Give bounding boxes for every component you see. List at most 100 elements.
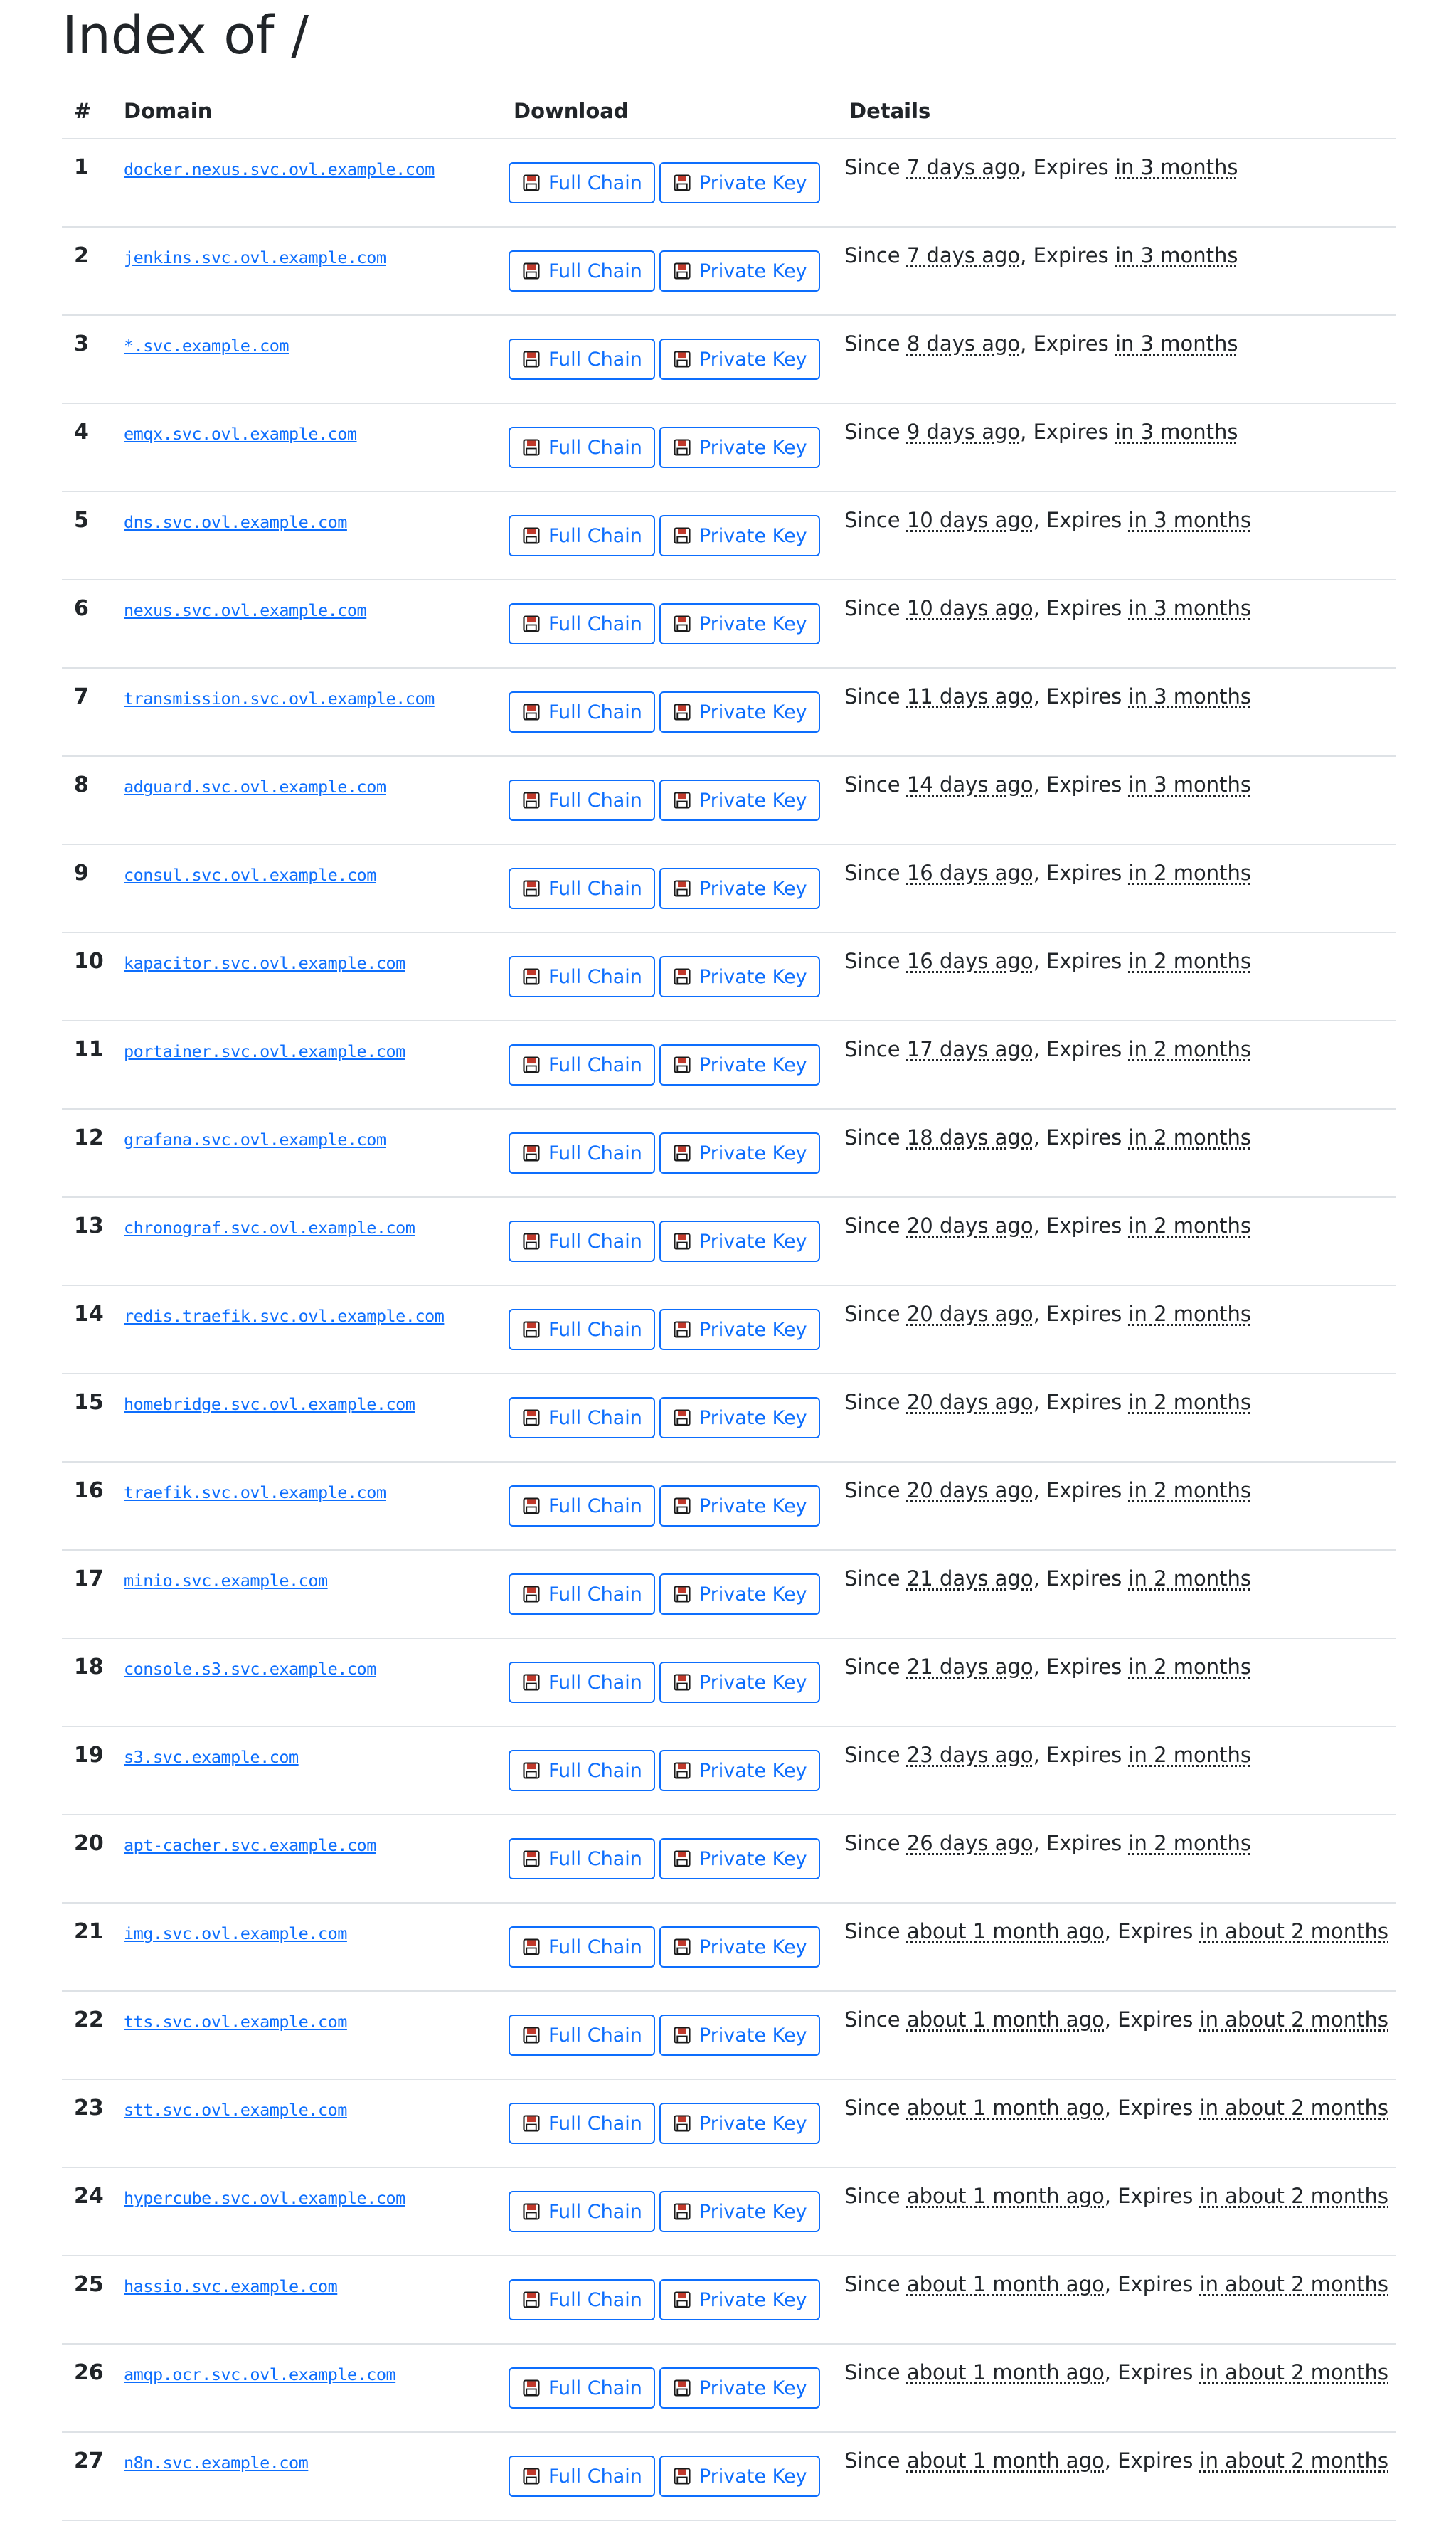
full-chain-button[interactable]: Full Chain — [509, 427, 655, 468]
domain-link[interactable]: amqp.ocr.svc.ovl.example.com — [124, 2365, 395, 2384]
private-key-button[interactable]: Private Key — [659, 427, 820, 468]
domain-link[interactable]: redis.traefik.svc.ovl.example.com — [124, 1306, 444, 1326]
full-chain-button[interactable]: Full Chain — [509, 2456, 655, 2497]
full-chain-button[interactable]: Full Chain — [509, 1309, 655, 1350]
private-key-button[interactable]: Private Key — [659, 1750, 820, 1791]
private-key-button[interactable]: Private Key — [659, 1132, 820, 1174]
table-row: 23 stt.svc.ovl.example.com Full Chain Pr… — [62, 2079, 1396, 2167]
domain-cell: hassio.svc.example.com — [112, 2256, 501, 2344]
full-chain-button[interactable]: Full Chain — [509, 339, 655, 380]
domain-link[interactable]: emqx.svc.ovl.example.com — [124, 424, 357, 444]
domain-link[interactable]: *.svc.example.com — [124, 336, 289, 356]
private-key-button[interactable]: Private Key — [659, 1221, 820, 1262]
full-chain-button[interactable]: Full Chain — [509, 1926, 655, 1968]
private-key-button[interactable]: Private Key — [659, 868, 820, 909]
domain-link[interactable]: hassio.svc.example.com — [124, 2276, 337, 2296]
expires-time: in 2 months — [1128, 1125, 1251, 1150]
full-chain-button[interactable]: Full Chain — [509, 1838, 655, 1879]
floppy-disk-icon — [674, 615, 691, 632]
private-key-button[interactable]: Private Key — [659, 1397, 820, 1438]
floppy-disk-icon — [674, 2468, 691, 2485]
domain-link[interactable]: minio.svc.example.com — [124, 1571, 328, 1591]
private-key-button[interactable]: Private Key — [659, 956, 820, 997]
private-key-button[interactable]: Private Key — [659, 780, 820, 821]
full-chain-button[interactable]: Full Chain — [509, 250, 655, 292]
row-number: 22 — [62, 1991, 112, 2079]
private-key-button[interactable]: Private Key — [659, 2103, 820, 2144]
row-number: 24 — [62, 2167, 112, 2256]
domain-link[interactable]: transmission.svc.ovl.example.com — [124, 689, 435, 708]
domain-link[interactable]: dns.svc.ovl.example.com — [124, 512, 347, 532]
private-key-button[interactable]: Private Key — [659, 250, 820, 292]
domain-link[interactable]: apt-cacher.svc.example.com — [124, 1835, 376, 1855]
domain-link[interactable]: chronograf.svc.ovl.example.com — [124, 1218, 415, 1238]
full-chain-button[interactable]: Full Chain — [509, 1044, 655, 1086]
full-chain-button[interactable]: Full Chain — [509, 515, 655, 556]
domain-link[interactable]: jenkins.svc.ovl.example.com — [124, 248, 386, 267]
private-key-button[interactable]: Private Key — [659, 1309, 820, 1350]
private-key-button[interactable]: Private Key — [659, 691, 820, 733]
full-chain-button[interactable]: Full Chain — [509, 1573, 655, 1615]
domain-link[interactable]: console.s3.svc.example.com — [124, 1659, 376, 1679]
domain-link[interactable]: n8n.svc.example.com — [124, 2453, 308, 2473]
full-chain-button[interactable]: Full Chain — [509, 603, 655, 644]
full-chain-button[interactable]: Full Chain — [509, 1397, 655, 1438]
full-chain-label: Full Chain — [548, 349, 642, 371]
domain-link[interactable]: traefik.svc.ovl.example.com — [124, 1482, 386, 1502]
full-chain-button[interactable]: Full Chain — [509, 1132, 655, 1174]
full-chain-button[interactable]: Full Chain — [509, 780, 655, 821]
domain-link[interactable]: docker.nexus.svc.ovl.example.com — [124, 159, 435, 179]
floppy-disk-icon — [674, 1145, 691, 1162]
private-key-button[interactable]: Private Key — [659, 1662, 820, 1703]
full-chain-button[interactable]: Full Chain — [509, 2367, 655, 2409]
domain-link[interactable]: homebridge.svc.ovl.example.com — [124, 1394, 415, 1414]
full-chain-button[interactable]: Full Chain — [509, 2015, 655, 2056]
private-key-button[interactable]: Private Key — [659, 1485, 820, 1527]
private-key-label: Private Key — [699, 525, 807, 547]
domain-link[interactable]: consul.svc.ovl.example.com — [124, 865, 376, 885]
full-chain-button[interactable]: Full Chain — [509, 1750, 655, 1791]
row-number: 21 — [62, 1903, 112, 1991]
full-chain-button[interactable]: Full Chain — [509, 1221, 655, 1262]
domain-link[interactable]: portainer.svc.ovl.example.com — [124, 1041, 405, 1061]
private-key-button[interactable]: Private Key — [659, 515, 820, 556]
domain-link[interactable]: adguard.svc.ovl.example.com — [124, 777, 386, 797]
private-key-button[interactable]: Private Key — [659, 2367, 820, 2409]
private-key-button[interactable]: Private Key — [659, 339, 820, 380]
domain-link[interactable]: grafana.svc.ovl.example.com — [124, 1130, 386, 1150]
private-key-button[interactable]: Private Key — [659, 2279, 820, 2320]
private-key-button[interactable]: Private Key — [659, 1044, 820, 1086]
domain-link[interactable]: img.svc.ovl.example.com — [124, 1923, 347, 1943]
full-chain-button[interactable]: Full Chain — [509, 691, 655, 733]
since-label: Since — [844, 1831, 900, 1855]
full-chain-button[interactable]: Full Chain — [509, 868, 655, 909]
full-chain-button[interactable]: Full Chain — [509, 1485, 655, 1527]
full-chain-button[interactable]: Full Chain — [509, 162, 655, 203]
domain-link[interactable]: tts.svc.ovl.example.com — [124, 2012, 347, 2032]
full-chain-button[interactable]: Full Chain — [509, 2279, 655, 2320]
full-chain-button[interactable]: Full Chain — [509, 2103, 655, 2144]
private-key-label: Private Key — [699, 1672, 807, 1694]
private-key-button[interactable]: Private Key — [659, 1926, 820, 1968]
full-chain-button[interactable]: Full Chain — [509, 1662, 655, 1703]
private-key-button[interactable]: Private Key — [659, 603, 820, 644]
domain-link[interactable]: stt.svc.ovl.example.com — [124, 2100, 347, 2120]
private-key-button[interactable]: Private Key — [659, 162, 820, 203]
domain-link[interactable]: s3.svc.example.com — [124, 1747, 299, 1767]
domain-link[interactable]: kapacitor.svc.ovl.example.com — [124, 953, 405, 973]
private-key-button[interactable]: Private Key — [659, 2015, 820, 2056]
private-key-button[interactable]: Private Key — [659, 2191, 820, 2232]
domain-link[interactable]: hypercube.svc.ovl.example.com — [124, 2188, 405, 2208]
expires-time: in 3 months — [1128, 684, 1251, 708]
domain-link[interactable]: nexus.svc.ovl.example.com — [124, 600, 366, 620]
private-key-label: Private Key — [699, 2201, 807, 2223]
floppy-disk-icon — [674, 2027, 691, 2044]
private-key-button[interactable]: Private Key — [659, 1838, 820, 1879]
row-number-text: 24 — [74, 2184, 104, 2209]
expires-time: in 2 months — [1128, 1831, 1251, 1855]
header-download: Download — [501, 84, 837, 139]
private-key-button[interactable]: Private Key — [659, 1573, 820, 1615]
private-key-button[interactable]: Private Key — [659, 2456, 820, 2497]
full-chain-button[interactable]: Full Chain — [509, 2191, 655, 2232]
full-chain-button[interactable]: Full Chain — [509, 956, 655, 997]
